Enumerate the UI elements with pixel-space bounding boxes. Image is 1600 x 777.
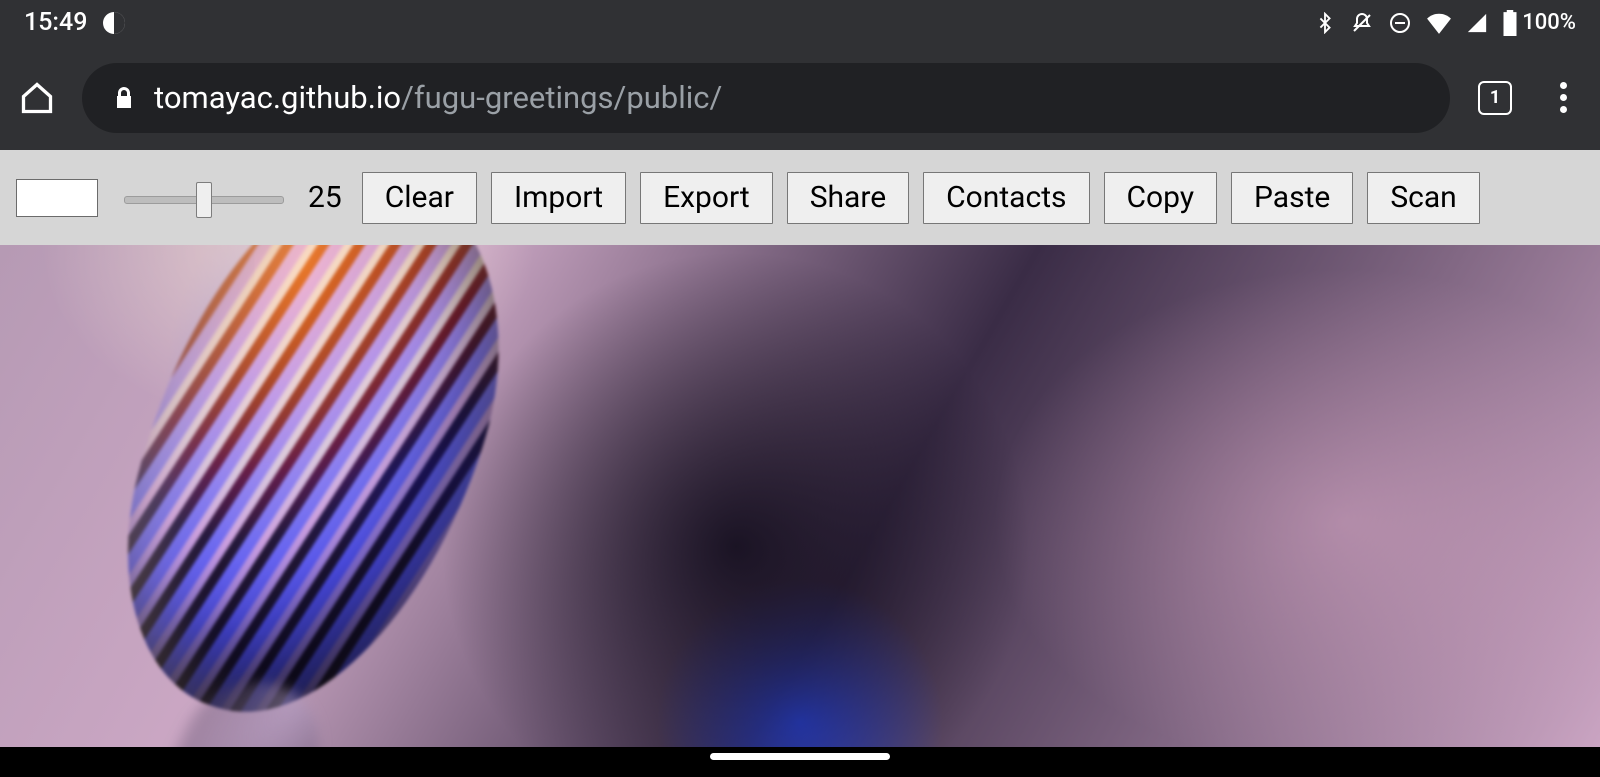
clock-label: 15:49 (24, 8, 87, 37)
home-icon (19, 80, 55, 116)
share-button[interactable]: Share (787, 172, 909, 224)
paste-button[interactable]: Paste (1231, 172, 1353, 224)
canvas-image (76, 245, 553, 747)
data-saver-icon (103, 12, 125, 34)
lock-icon (112, 84, 136, 112)
nav-pill-icon[interactable] (710, 753, 890, 760)
dnd-mute-icon (1350, 11, 1374, 35)
scan-button[interactable]: Scan (1367, 172, 1479, 224)
tabs-icon: 1 (1478, 81, 1512, 115)
bluetooth-icon (1314, 12, 1336, 34)
slider-thumb[interactable] (196, 182, 212, 218)
battery-icon (1502, 10, 1518, 36)
android-nav-bar (0, 747, 1600, 777)
do-not-disturb-icon (1388, 11, 1412, 35)
url-domain: tomayac.github.io (154, 79, 401, 116)
import-button[interactable]: Import (491, 172, 626, 224)
home-button[interactable] (14, 75, 60, 121)
more-vert-icon (1560, 82, 1567, 113)
battery-percent-label: 100% (1522, 10, 1576, 35)
browser-omnibar: tomayac.github.io/fugu-greetings/public/… (0, 45, 1600, 150)
android-status-bar: 15:49 100% (0, 0, 1600, 45)
url-text: tomayac.github.io/fugu-greetings/public/ (154, 79, 722, 116)
copy-button[interactable]: Copy (1104, 172, 1218, 224)
cell-signal-icon (1466, 12, 1488, 34)
url-bar[interactable]: tomayac.github.io/fugu-greetings/public/ (82, 63, 1450, 133)
brush-size-slider[interactable] (124, 192, 284, 204)
slider-value-label: 25 (308, 180, 342, 215)
url-path: /fugu-greetings/public/ (401, 79, 722, 116)
tabs-button[interactable]: 1 (1472, 75, 1518, 121)
app-toolbar: 25 Clear Import Export Share Contacts Co… (0, 150, 1600, 245)
overflow-menu-button[interactable] (1540, 75, 1586, 121)
contacts-button[interactable]: Contacts (923, 172, 1089, 224)
wifi-icon (1426, 12, 1452, 34)
color-swatch-input[interactable] (16, 179, 98, 217)
drawing-canvas[interactable] (0, 245, 1600, 747)
clear-button[interactable]: Clear (362, 172, 477, 224)
tab-count-label: 1 (1490, 87, 1500, 108)
export-button[interactable]: Export (640, 172, 773, 224)
